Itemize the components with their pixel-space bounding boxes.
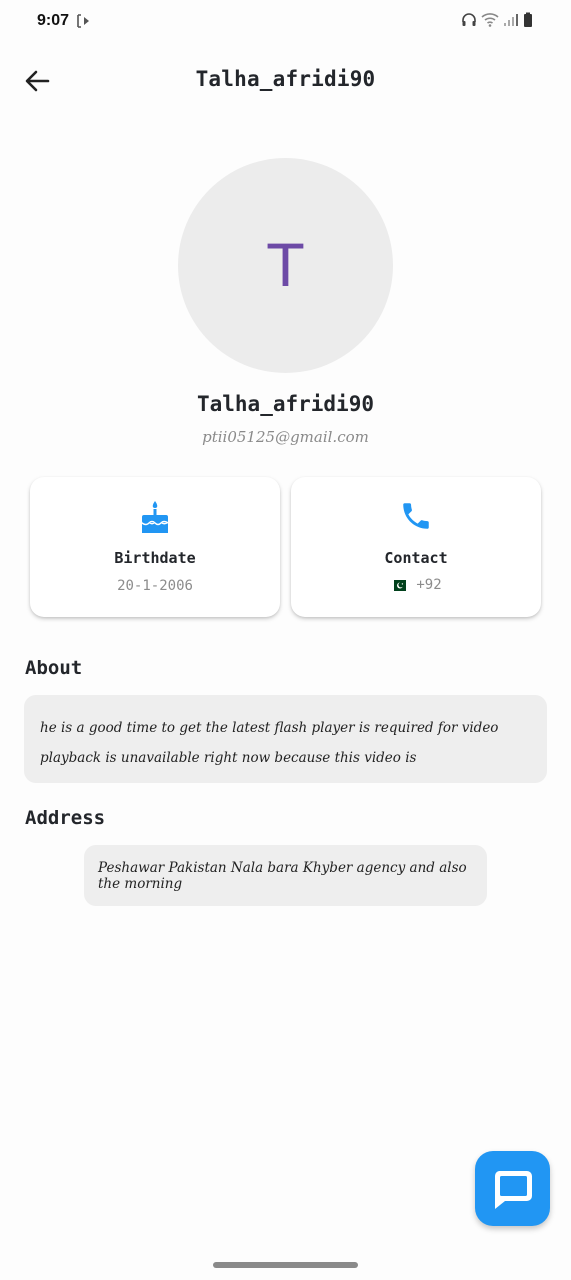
headphones-icon — [462, 13, 476, 26]
phone-icon — [403, 503, 429, 529]
profile-name: Talha_afridi90 — [196, 392, 374, 416]
about-text: he is a good time to get the latest flas… — [24, 695, 547, 783]
cake-icon — [141, 501, 169, 533]
wifi-icon — [481, 13, 499, 27]
address-text: Peshawar Pakistan Nala bara Khyber agenc… — [84, 845, 487, 906]
status-time: 9:07 — [37, 12, 70, 29]
status-icons — [461, 12, 533, 28]
sim-icon — [77, 14, 89, 28]
pakistan-flag-icon — [390, 579, 407, 591]
avatar-initial: T — [267, 231, 304, 300]
birthdate-label: Birthdate — [114, 549, 196, 567]
page-title: Talha_afridi90 — [195, 67, 376, 91]
about-heading: About — [25, 657, 83, 679]
contact-card[interactable]: Contact +92 — [291, 477, 541, 617]
address-heading: Address — [25, 807, 106, 829]
app-bar: Talha_afridi90 — [0, 56, 571, 106]
birthdate-card[interactable]: Birthdate 20-1-2006 — [30, 477, 280, 617]
contact-label: Contact — [384, 549, 448, 567]
profile-email: ptii05125@gmail.com — [202, 428, 369, 446]
chat-icon — [494, 1170, 532, 1209]
status-bar: 9:07 — [0, 0, 571, 44]
birthdate-value: 20-1-2006 — [117, 578, 193, 594]
contact-value: +92 — [416, 577, 442, 593]
chat-button[interactable] — [475, 1151, 550, 1226]
battery-icon — [524, 12, 532, 27]
signal-icon — [504, 14, 518, 26]
home-indicator[interactable] — [213, 1262, 358, 1268]
avatar[interactable]: T — [178, 158, 393, 373]
contact-value-row: +92 — [291, 577, 541, 593]
